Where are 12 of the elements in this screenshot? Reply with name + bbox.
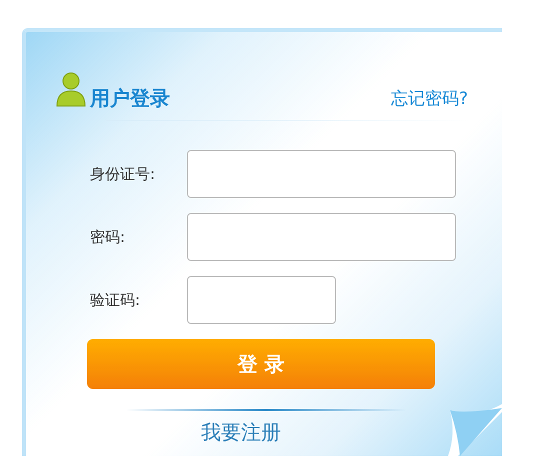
input-field[interactable] xyxy=(187,276,336,324)
login-title: 用户登录 xyxy=(90,88,170,108)
field-label: 身份证号: xyxy=(90,164,156,185)
field-label: 密码: xyxy=(90,226,126,248)
field-label: 验证码: xyxy=(90,290,142,311)
register-link[interactable]: 我要注册 xyxy=(201,417,281,447)
input-field[interactable] xyxy=(187,150,456,198)
login-button[interactable]: 登 录 xyxy=(87,339,435,389)
input-field[interactable] xyxy=(187,213,456,261)
page-curl-icon xyxy=(448,404,502,456)
user-icon xyxy=(56,72,86,108)
forgot-password-link[interactable]: 忘记密码? xyxy=(390,91,468,108)
